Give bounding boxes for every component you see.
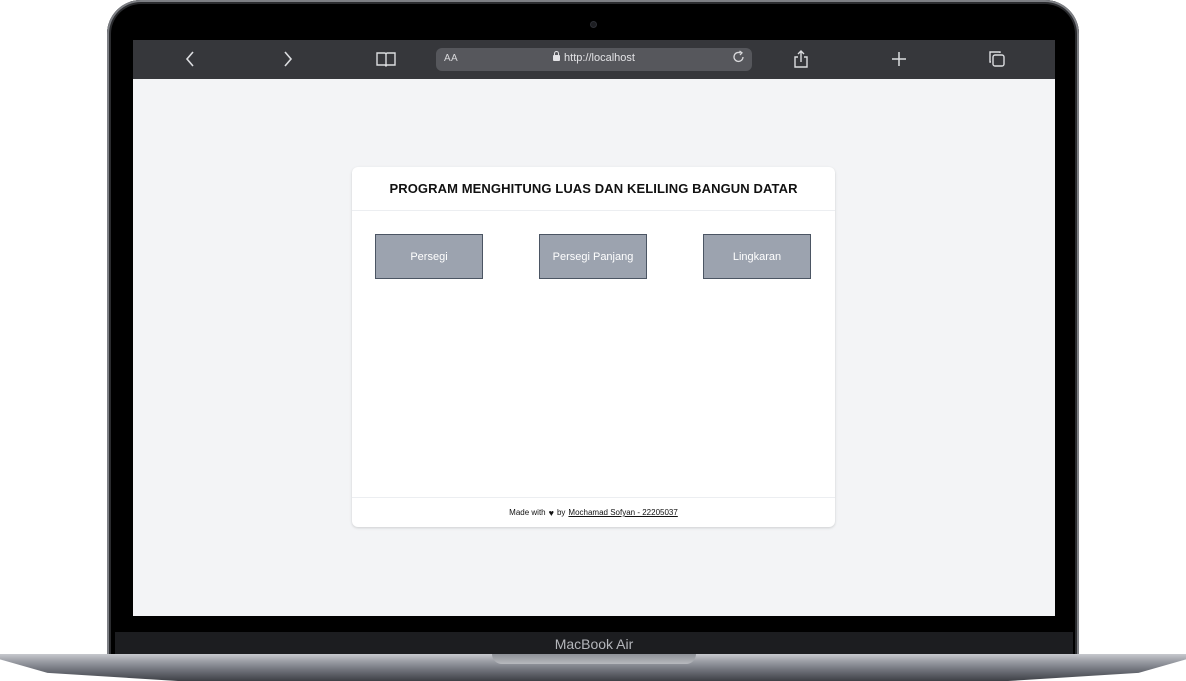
lock-icon [553, 51, 561, 61]
chevron-right-icon[interactable] [275, 47, 301, 71]
tabs-icon[interactable] [984, 47, 1010, 71]
camera-dot [591, 22, 596, 27]
laptop-mockup: AA http://localhost PROGRAM MENGHITUNG L [0, 0, 1186, 681]
lingkaran-button[interactable]: Lingkaran [703, 234, 811, 279]
url-text: http://localhost [564, 52, 635, 64]
footer-prefix: Made with [509, 508, 546, 517]
heart-icon: ♥ [548, 507, 554, 518]
card-header: PROGRAM MENGHITUNG LUAS DAN KELILING BAN… [352, 167, 835, 211]
shape-buttons: Persegi Persegi Panjang Lingkaran [352, 211, 835, 498]
laptop-chin: MacBook Air [115, 632, 1073, 656]
footer-by: by [556, 508, 566, 517]
page-title: PROGRAM MENGHITUNG LUAS DAN KELILING BAN… [389, 181, 798, 196]
author-link[interactable]: Mochamad Sofyan - 22205037 [568, 508, 677, 517]
reload-icon[interactable] [732, 50, 746, 67]
persegi-button[interactable]: Persegi [375, 234, 483, 279]
laptop-notch [492, 654, 696, 664]
persegi-panjang-button[interactable]: Persegi Panjang [539, 234, 647, 279]
browser-toolbar: AA http://localhost [133, 40, 1055, 79]
share-icon[interactable] [788, 47, 814, 71]
main-card: PROGRAM MENGHITUNG LUAS DAN KELILING BAN… [352, 167, 835, 527]
address-bar[interactable]: AA http://localhost [436, 48, 752, 71]
book-icon[interactable] [373, 47, 399, 71]
chevron-left-icon[interactable] [177, 47, 203, 71]
browser-window: AA http://localhost PROGRAM MENGHITUNG L [133, 40, 1055, 616]
card-footer: Made with ♥ by Mochamad Sofyan - 2220503… [352, 497, 835, 527]
plus-icon[interactable] [886, 47, 912, 71]
device-label: MacBook Air [554, 636, 634, 652]
